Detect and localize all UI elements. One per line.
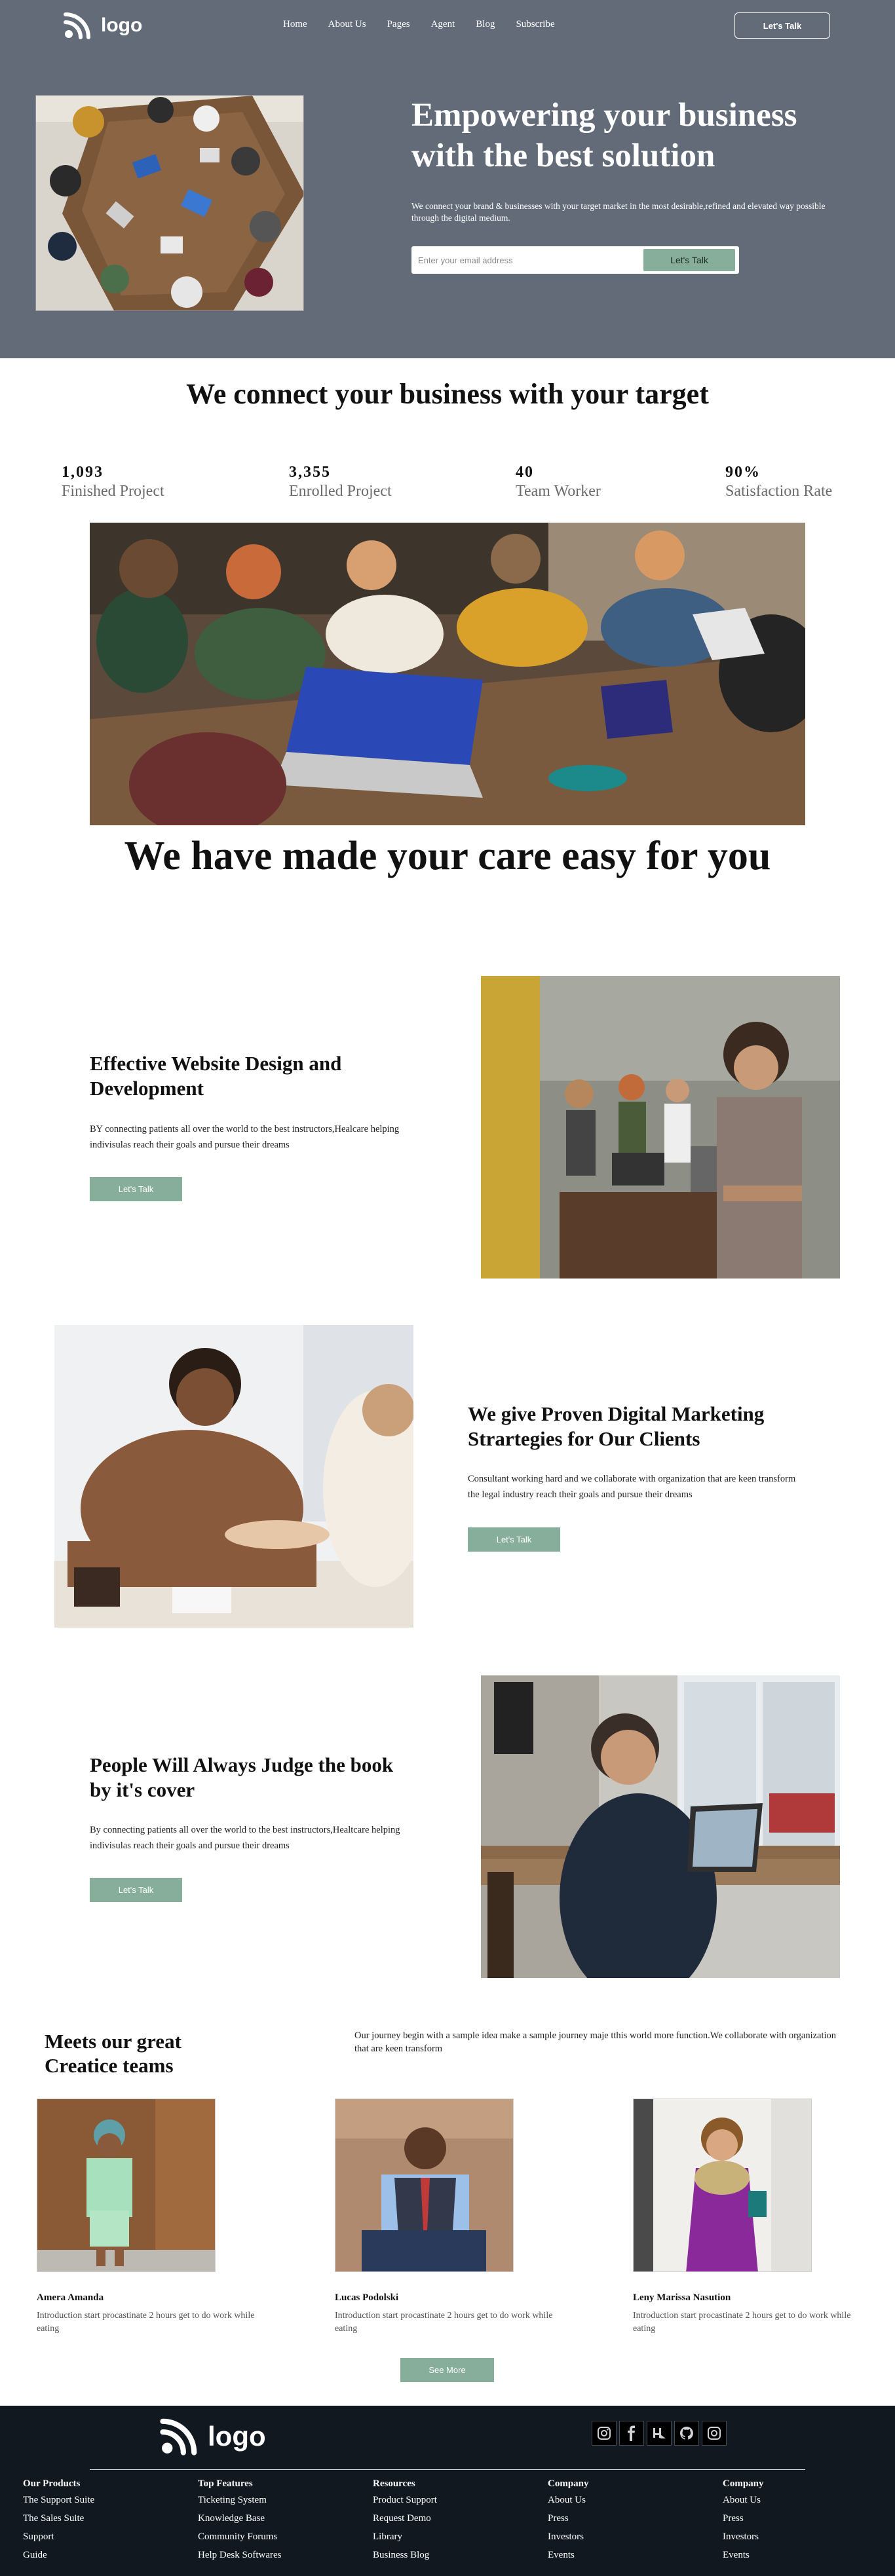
footer-link[interactable]: Events (723, 2546, 764, 2564)
hero-image (35, 95, 304, 311)
stat-value: 90% (725, 464, 761, 481)
team-heading: Meets our great Creatice teams (45, 2030, 181, 2077)
header-lets-talk-button[interactable]: Let's Talk (734, 12, 830, 39)
member-2-name: Lucas Podolski (335, 2292, 399, 2303)
footer-column-title: Company (548, 2478, 589, 2489)
nav-pages[interactable]: Pages (387, 19, 410, 30)
footer-column-our-products: Our Products The Support Suite The Sales… (23, 2478, 94, 2564)
see-more-button[interactable]: See More (400, 2358, 494, 2382)
logo-text: logo (101, 14, 143, 36)
stat-finished-project: 1,093 Finished Project (62, 463, 164, 501)
footer-link[interactable]: Investors (723, 2528, 764, 2546)
logo-icon (64, 12, 90, 39)
footer-link[interactable]: About Us (548, 2491, 589, 2509)
github-icon[interactable] (674, 2421, 699, 2446)
instagram-icon[interactable] (592, 2421, 617, 2446)
stat-enrolled-project: 3,355 Enrolled Project (289, 463, 392, 501)
nav-subscribe[interactable]: Subscribe (516, 19, 554, 30)
hero-subtitle: We connect your brand & businesses with … (411, 201, 826, 223)
footer-column-top-features: Top Features Ticketing System Knowledge … (198, 2478, 281, 2564)
footer-link[interactable]: Library (373, 2528, 437, 2546)
nav-about-us[interactable]: About Us (328, 19, 366, 30)
stat-label: Enrolled Project (289, 483, 392, 500)
footer-column-title: Our Products (23, 2478, 81, 2489)
member-3-desc: Introduction start procastinate 2 hours … (633, 2311, 851, 2334)
logo-icon (160, 2418, 197, 2455)
nav-blog[interactable]: Blog (476, 19, 495, 30)
feature-2-desc: Consultant working hard and we collabora… (468, 1474, 796, 1500)
connect-title: We connect your business with your targe… (186, 378, 709, 410)
footer-link[interactable]: Events (548, 2546, 589, 2564)
footer-link[interactable]: The Sales Suite (23, 2509, 94, 2528)
feature-3-title: People Will Always Judge the book by it'… (90, 1753, 394, 1801)
feature-1-photo (481, 976, 840, 1279)
hero-lets-talk-button[interactable]: Let's Talk (643, 249, 735, 271)
footer-column-title: Top Features (198, 2478, 253, 2489)
facebook-icon[interactable] (619, 2421, 644, 2446)
stat-value: 1,093 (62, 464, 104, 481)
feature-1-title: Effective Website Design and Development (90, 1052, 342, 1100)
nav-agent[interactable]: Agent (431, 19, 455, 30)
hero-title: Empowering your business with the best s… (411, 97, 797, 174)
feature-2-title: We give Proven Digital Marketing Strarte… (468, 1402, 765, 1450)
stat-label: Finished Project (62, 483, 164, 500)
footer-link[interactable]: Help Desk Softwares (198, 2546, 281, 2564)
stat-value: 3,355 (289, 464, 331, 481)
footer-link[interactable]: Product Support (373, 2491, 437, 2509)
footer-column-company: Company About Us Press Investors Events (548, 2478, 589, 2564)
footer-link[interactable]: Community Forums (198, 2528, 281, 2546)
member-2-photo (335, 2099, 514, 2272)
member-3-photo (633, 2099, 812, 2272)
stat-satisfaction-rate: 90% Satisfaction Rate (725, 463, 832, 501)
email-input[interactable] (418, 255, 643, 265)
main-nav: Home About Us Pages Agent Blog Subscribe (283, 19, 555, 30)
stat-team-worker: 40 Team Worker (516, 463, 601, 501)
footer-column-title: Company (723, 2478, 764, 2489)
member-1-photo (37, 2099, 216, 2272)
footer-logo-text: logo (208, 2421, 266, 2452)
feature-3-lets-talk-button[interactable]: Let's Talk (90, 1878, 182, 1902)
feature-1-desc: BY connecting patients all over the worl… (90, 1124, 400, 1150)
feature-1-lets-talk-button[interactable]: Let's Talk (90, 1177, 182, 1201)
member-1-desc: Introduction start procastinate 2 hours … (37, 2311, 255, 2334)
footer-divider (90, 2469, 805, 2470)
footer-link[interactable]: Press (548, 2509, 589, 2528)
footer-column-title: Resources (373, 2478, 415, 2489)
nav-home[interactable]: Home (283, 19, 307, 30)
member-2-desc: Introduction start procastinate 2 hours … (335, 2311, 553, 2334)
feature-3-desc: By connecting patients all over the worl… (90, 1825, 400, 1851)
stat-label: Satisfaction Rate (725, 483, 833, 500)
footer-link[interactable]: About Us (723, 2491, 764, 2509)
footer-link[interactable]: Request Demo (373, 2509, 437, 2528)
stat-value: 40 (516, 464, 534, 481)
footer-link[interactable]: Investors (548, 2528, 589, 2546)
footer-logo[interactable]: logo (159, 2417, 266, 2456)
member-1-name: Amera Amanda (37, 2292, 104, 2303)
footer-link[interactable]: Support (23, 2528, 94, 2546)
feature-2-photo (54, 1325, 413, 1628)
footer-link[interactable]: The Support Suite (23, 2491, 94, 2509)
footer-link[interactable]: Guide (23, 2546, 94, 2564)
footer-link[interactable]: Business Blog (373, 2546, 437, 2564)
feature-2-lets-talk-button[interactable]: Let's Talk (468, 1527, 560, 1552)
footer-column-company-2: Company About Us Press Investors Events (723, 2478, 764, 2564)
stat-label: Team Worker (516, 483, 601, 500)
camera-icon[interactable] (702, 2421, 727, 2446)
feature-3-photo (481, 1675, 840, 1978)
member-3-name: Leny Marissa Nasution (633, 2292, 731, 2303)
footer-column-resources: Resources Product Support Request Demo L… (373, 2478, 437, 2564)
email-signup-form: Let's Talk (411, 246, 739, 274)
header-logo[interactable]: logo (63, 11, 142, 40)
footer-link[interactable]: Ticketing System (198, 2491, 281, 2509)
team-intro: Our journey begin with a sample idea mak… (354, 2030, 837, 2054)
footer-link[interactable]: Press (723, 2509, 764, 2528)
care-title: We have made your care easy for you (124, 834, 771, 878)
twitter-icon[interactable] (647, 2421, 672, 2446)
team-meeting-photo (90, 523, 805, 825)
footer-link[interactable]: Knowledge Base (198, 2509, 281, 2528)
